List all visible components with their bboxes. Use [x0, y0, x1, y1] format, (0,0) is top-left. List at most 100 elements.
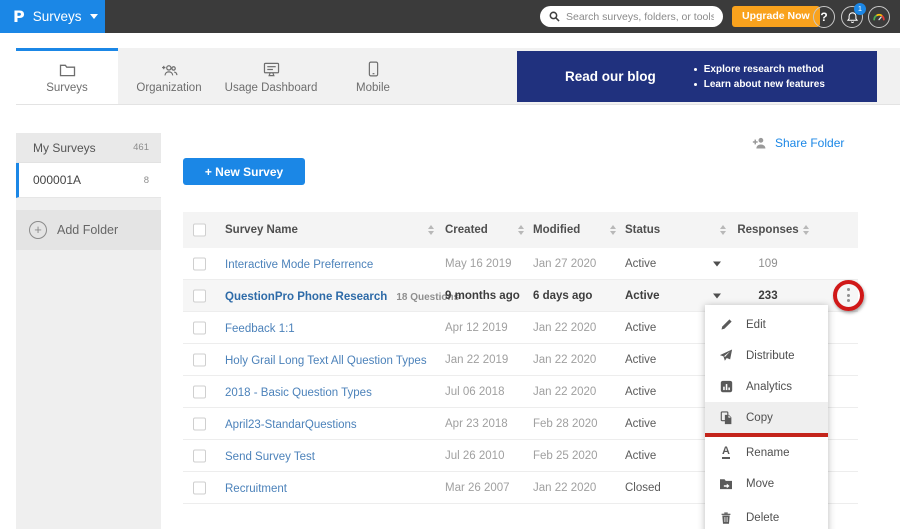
- column-header-responses[interactable]: Responses: [736, 224, 800, 236]
- sort-icon[interactable]: [610, 225, 616, 235]
- row-actions-dots-button[interactable]: [842, 284, 855, 306]
- menu-item-label: Edit: [746, 319, 766, 331]
- dashboard-icon: [263, 61, 280, 77]
- sidebar-item-000001a[interactable]: 000001A 8: [16, 163, 161, 198]
- new-survey-button[interactable]: + New Survey: [183, 158, 305, 185]
- menu-item-label: Move: [746, 478, 774, 490]
- menu-item-delete[interactable]: Delete: [705, 502, 828, 529]
- share-folder-link[interactable]: Share Folder: [752, 136, 844, 150]
- survey-name-link[interactable]: Recruitment: [225, 483, 287, 495]
- trash-icon: [719, 511, 733, 525]
- status-value: Closed: [625, 482, 661, 494]
- row-checkbox[interactable]: [193, 481, 206, 494]
- add-folder-button[interactable]: + Add Folder: [16, 210, 161, 250]
- row-checkbox[interactable]: [193, 385, 206, 398]
- question-mark-icon: ?: [820, 10, 827, 24]
- help-button[interactable]: ?: [813, 6, 835, 28]
- read-blog-banner[interactable]: Read our blog Explore research method Le…: [517, 51, 877, 102]
- tab-surveys[interactable]: Surveys: [16, 48, 118, 104]
- bullet-dot-icon: [694, 68, 697, 71]
- column-header-survey-name[interactable]: Survey Name: [225, 224, 298, 236]
- created-value: Apr 12 2019: [445, 322, 508, 334]
- menu-item-edit[interactable]: Edit: [705, 309, 828, 340]
- phone-icon: [368, 61, 379, 77]
- status-dropdown-caret[interactable]: [713, 293, 721, 298]
- folders-sidebar: My Surveys 461 000001A 8 + Add Folder: [16, 133, 161, 529]
- chevron-down-icon: [90, 14, 98, 19]
- sort-icon[interactable]: [803, 225, 809, 235]
- menu-item-rename[interactable]: ARename: [705, 437, 828, 468]
- modified-value: Jan 22 2020: [533, 322, 596, 334]
- modified-value: Feb 25 2020: [533, 450, 598, 462]
- folder-count: 461: [133, 142, 149, 153]
- row-checkbox[interactable]: [193, 321, 206, 334]
- folder-count: 8: [144, 175, 149, 186]
- survey-name-link[interactable]: Holy Grail Long Text All Question Types: [225, 355, 427, 367]
- select-all-checkbox[interactable]: [193, 224, 206, 237]
- move-folder-icon: [719, 477, 733, 491]
- status-value: Active: [625, 418, 656, 430]
- tab-label: Mobile: [356, 82, 390, 94]
- row-checkbox[interactable]: [193, 353, 206, 366]
- menu-item-copy[interactable]: Copy: [705, 402, 828, 437]
- menu-item-label: Analytics: [746, 381, 792, 393]
- created-value: Jan 22 2019: [445, 354, 508, 366]
- status-dropdown-caret[interactable]: [713, 261, 721, 266]
- status-value: Active: [625, 258, 656, 270]
- survey-name-link[interactable]: Feedback 1:1: [225, 323, 295, 335]
- modified-value: Jan 27 2020: [533, 258, 596, 270]
- menu-item-analytics[interactable]: Analytics: [705, 371, 828, 402]
- survey-name-link[interactable]: QuestionPro Phone Research: [225, 291, 387, 303]
- notifications-button[interactable]: 1: [841, 6, 863, 28]
- menu-item-distribute[interactable]: Distribute: [705, 340, 828, 371]
- row-checkbox[interactable]: [193, 449, 206, 462]
- copy-icon: [719, 411, 733, 425]
- sort-icon[interactable]: [428, 225, 434, 235]
- column-header-status[interactable]: Status: [625, 224, 660, 236]
- created-value: Jul 06 2018: [445, 386, 504, 398]
- upgrade-now-button[interactable]: Upgrade Now: [732, 6, 820, 27]
- row-checkbox[interactable]: [193, 289, 206, 302]
- status-value: Active: [625, 354, 656, 366]
- table-row[interactable]: Interactive Mode Preferrence May 16 2019 J…: [183, 248, 858, 280]
- share-folder-label: Share Folder: [775, 136, 844, 150]
- banner-title: Read our blog: [565, 69, 656, 84]
- column-header-created[interactable]: Created: [445, 224, 488, 236]
- survey-name-link[interactable]: April23-StandarQuestions: [225, 419, 357, 431]
- product-switcher[interactable]: P Surveys: [0, 0, 105, 33]
- menu-item-move[interactable]: Move: [705, 468, 828, 499]
- survey-name-link[interactable]: Send Survey Test: [225, 451, 315, 463]
- sort-icon[interactable]: [720, 225, 726, 235]
- tab-organization[interactable]: Organization: [118, 48, 220, 104]
- status-value: Active: [625, 450, 656, 462]
- survey-name-link[interactable]: 2018 - Basic Question Types: [225, 387, 372, 399]
- status-value: Active: [625, 322, 656, 334]
- row-checkbox[interactable]: [193, 417, 206, 430]
- menu-item-label: Distribute: [746, 350, 795, 362]
- sidebar-item-my-surveys[interactable]: My Surveys 461: [16, 133, 161, 163]
- tab-label: Usage Dashboard: [225, 82, 318, 94]
- status-value: Active: [625, 386, 656, 398]
- row-checkbox[interactable]: [193, 257, 206, 270]
- banner-bullet: Explore research method: [704, 64, 824, 75]
- questionpro-surveys-screen: P Surveys Upgrade Now ? 1: [0, 0, 900, 529]
- responses-count: 109: [736, 258, 800, 270]
- sidebar-spacer: [16, 198, 161, 210]
- tab-mobile[interactable]: Mobile: [322, 48, 424, 104]
- modified-value: Jan 22 2020: [533, 482, 596, 494]
- tab-usage-dashboard[interactable]: Usage Dashboard: [220, 48, 322, 104]
- survey-name-link[interactable]: Interactive Mode Preferrence: [225, 259, 373, 271]
- sort-icon[interactable]: [518, 225, 524, 235]
- search-input[interactable]: [566, 11, 714, 23]
- created-value: Apr 23 2018: [445, 418, 508, 430]
- tab-label: Organization: [136, 82, 201, 94]
- folder-label: 000001A: [33, 173, 81, 187]
- created-value: May 16 2019: [445, 258, 512, 270]
- questionpro-logo-icon: P: [13, 7, 25, 26]
- bullet-dot-icon: [694, 83, 697, 86]
- column-header-modified[interactable]: Modified: [533, 224, 580, 236]
- usage-meter-button[interactable]: [868, 6, 890, 28]
- modified-value: Jan 22 2020: [533, 386, 596, 398]
- global-search[interactable]: [540, 6, 723, 27]
- table-header: Survey Name Created Modified Status Resp…: [183, 212, 858, 248]
